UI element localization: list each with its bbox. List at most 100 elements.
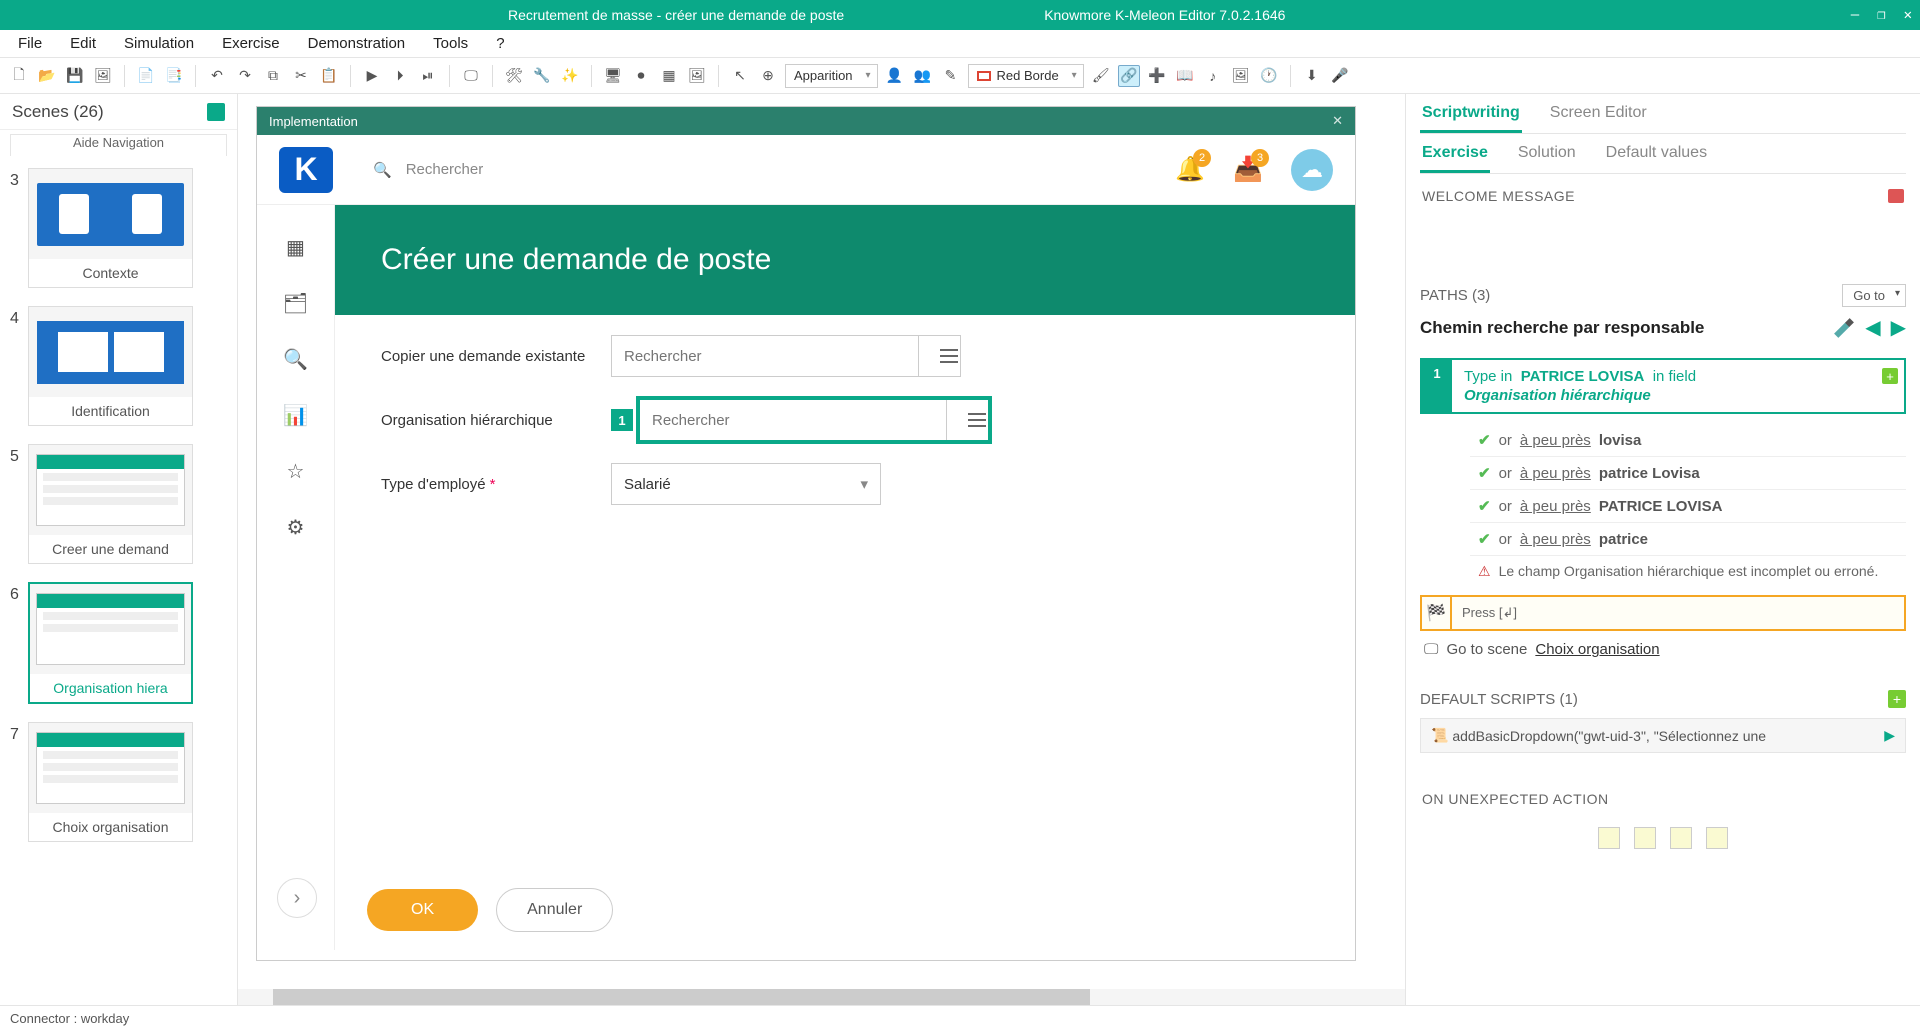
horizontal-scrollbar[interactable] [238, 989, 1405, 1005]
apparition-combo[interactable]: Apparition [785, 64, 878, 88]
play2-icon[interactable]: ⏵ [389, 65, 411, 87]
undo-icon[interactable]: ↶ [206, 65, 228, 87]
user2-icon[interactable]: 👥 [912, 65, 934, 87]
inbox-icon[interactable]: 📥3 [1233, 155, 1263, 185]
minimize-button[interactable]: — [1851, 7, 1859, 23]
gear-icon[interactable]: ⚙ [282, 513, 310, 541]
new-icon[interactable]: 🗋 [8, 65, 30, 87]
list-icon[interactable] [918, 336, 960, 376]
add-script-icon[interactable]: + [1888, 690, 1906, 708]
scene-item-active[interactable]: 6 Organisation hiera [10, 582, 227, 704]
profile-icon[interactable]: 🗂 [282, 289, 310, 317]
saveas-icon[interactable]: 🖼 [92, 65, 114, 87]
impl-close-icon[interactable]: ✕ [1332, 113, 1343, 129]
close-button[interactable]: ✕ [1904, 7, 1912, 23]
chart-icon[interactable]: 📊 [282, 401, 310, 429]
list-icon[interactable] [946, 400, 988, 440]
press-enter-step[interactable]: 🏁 Press [↲] [1420, 595, 1906, 631]
menu-exercise[interactable]: Exercise [212, 33, 290, 54]
scene-item[interactable]: 4 Identification [10, 306, 227, 426]
ok-button[interactable]: OK [367, 889, 478, 931]
mic-icon[interactable]: 🎤 [1329, 65, 1351, 87]
notifications-icon[interactable]: 🔔2 [1175, 155, 1205, 185]
tools-icon[interactable]: 🛠 [503, 65, 525, 87]
tab-default-values[interactable]: Default values [1604, 136, 1709, 173]
alt-row[interactable]: ✔orà peu prèspatrice [1470, 523, 1906, 556]
star-icon[interactable]: ☆ [282, 457, 310, 485]
record-icon[interactable]: ⏺ [630, 65, 652, 87]
apps-icon[interactable]: ▦ [282, 233, 310, 261]
grid-icon[interactable]: ▦ [658, 65, 680, 87]
menu-file[interactable]: File [8, 33, 52, 54]
unexp-icon-4[interactable] [1706, 827, 1728, 849]
img-icon[interactable]: 🖼 [686, 65, 708, 87]
tab-exercise[interactable]: Exercise [1420, 136, 1490, 173]
target-icon[interactable]: ⊕ [757, 65, 779, 87]
scene-item[interactable]: 3 Contexte [10, 168, 227, 288]
scenes-add-icon[interactable] [207, 103, 225, 121]
doc2-icon[interactable]: 📑 [163, 65, 185, 87]
org-hierarchy-input[interactable] [639, 399, 989, 441]
next-path-icon[interactable]: ▶ [1891, 315, 1906, 340]
paste-icon[interactable]: 📋 [318, 65, 340, 87]
cut-icon[interactable]: ✂ [290, 65, 312, 87]
alt-row[interactable]: ✔orà peu prèspatrice Lovisa [1470, 457, 1906, 490]
employee-type-select[interactable]: Salarié [611, 463, 881, 505]
edit-path-icon[interactable] [1834, 318, 1854, 338]
goto-scene-link[interactable]: Choix organisation [1535, 641, 1659, 658]
unexp-icon-3[interactable] [1670, 827, 1692, 849]
tab-screen-editor[interactable]: Screen Editor [1548, 96, 1649, 133]
screen-icon[interactable]: 🖵 [460, 65, 482, 87]
link-icon[interactable]: 🔗 [1118, 65, 1140, 87]
scene-item[interactable]: 7 Choix organisation [10, 722, 227, 842]
step-1[interactable]: 1 Type in PATRICE LOVISA in field Organi… [1420, 358, 1906, 414]
unexp-icon-2[interactable] [1634, 827, 1656, 849]
maximize-button[interactable]: ❐ [1877, 7, 1885, 23]
copy-request-field[interactable] [612, 348, 918, 365]
global-search[interactable]: 🔍 Rechercher [373, 161, 483, 179]
script-play-icon[interactable]: ▶ [1884, 727, 1895, 744]
menu-edit[interactable]: Edit [60, 33, 106, 54]
pointer-icon[interactable]: ↖ [729, 65, 751, 87]
goto-combo[interactable]: Go to [1842, 284, 1906, 307]
zoom-icon[interactable]: 🔍 [282, 345, 310, 373]
cloud-icon[interactable]: ☁ [1291, 149, 1333, 191]
alt-row[interactable]: ✔orà peu prèsPATRICE LOVISA [1470, 490, 1906, 523]
tab-scriptwriting[interactable]: Scriptwriting [1420, 96, 1522, 133]
menu-tools[interactable]: Tools [423, 33, 478, 54]
unexp-icon-1[interactable] [1598, 827, 1620, 849]
copy-icon[interactable]: ⧉ [262, 65, 284, 87]
welcome-edit-icon[interactable] [1888, 189, 1904, 203]
play-icon[interactable]: ▶ [361, 65, 383, 87]
save-icon[interactable]: 💾 [64, 65, 86, 87]
open-icon[interactable]: 📂 [36, 65, 58, 87]
redo-icon[interactable]: ↷ [234, 65, 256, 87]
play3-icon[interactable]: ⏯ [417, 65, 439, 87]
book-icon[interactable]: 📖 [1174, 65, 1196, 87]
wand-icon[interactable]: ✨ [559, 65, 581, 87]
cancel-button[interactable]: Annuler [496, 888, 613, 932]
monitor-icon[interactable]: 🖥 [602, 65, 624, 87]
border-combo[interactable]: Red Borde [968, 64, 1084, 88]
down-icon[interactable]: ⬇ [1301, 65, 1323, 87]
menu-simulation[interactable]: Simulation [114, 33, 204, 54]
eraser-icon[interactable]: ✎ [940, 65, 962, 87]
scene-item[interactable]: 5 Creer une demand [10, 444, 227, 564]
wrench-icon[interactable]: 🔧 [531, 65, 553, 87]
image-icon[interactable]: 🖼 [1230, 65, 1252, 87]
menu-help[interactable]: ? [486, 33, 514, 54]
add-alt-icon[interactable]: + [1882, 368, 1898, 384]
alt-row[interactable]: ✔orà peu prèslovisa [1470, 424, 1906, 457]
brush-icon[interactable]: 🖌 [1090, 65, 1112, 87]
doc1-icon[interactable]: 📄 [135, 65, 157, 87]
copy-request-input[interactable] [611, 335, 961, 377]
default-script-item[interactable]: 📜 addBasicDropdown("gwt-uid-3", "Sélecti… [1420, 718, 1906, 753]
addscreen-icon[interactable]: ➕ [1146, 65, 1168, 87]
goto-scene-row[interactable]: 🖵 Go to scene Choix organisation [1420, 631, 1906, 668]
org-hierarchy-field[interactable] [640, 412, 946, 429]
menu-demonstration[interactable]: Demonstration [298, 33, 416, 54]
sound-icon[interactable]: ♪ [1202, 65, 1224, 87]
clock-icon[interactable]: 🕐 [1258, 65, 1280, 87]
tab-solution[interactable]: Solution [1516, 136, 1578, 173]
user1-icon[interactable]: 👤 [884, 65, 906, 87]
